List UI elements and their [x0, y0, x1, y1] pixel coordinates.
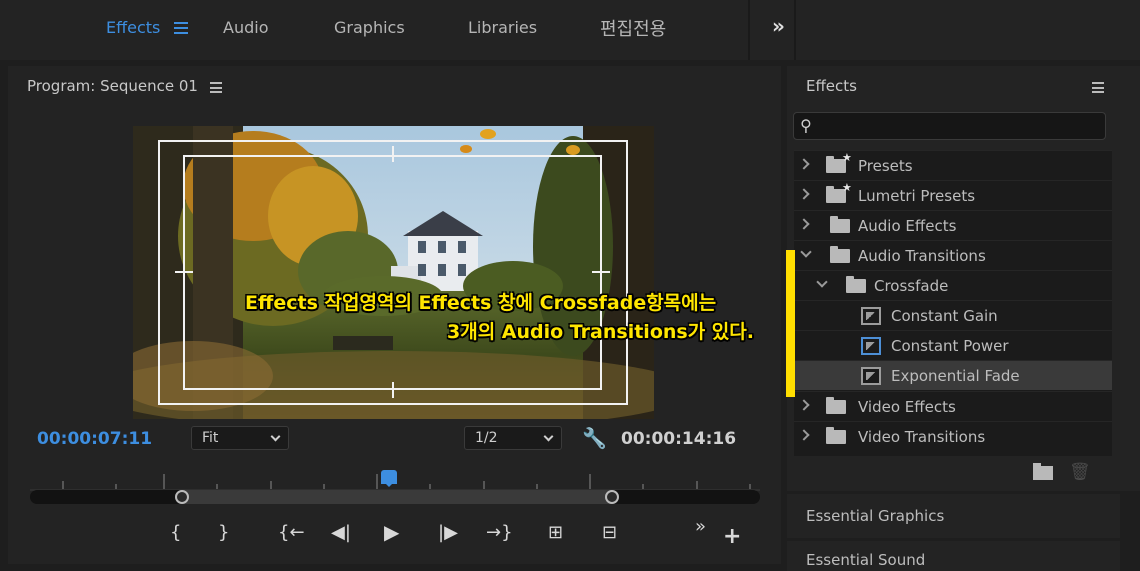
tree-item-lumetri-presets[interactable]: ★ Lumetri Presets	[794, 180, 1112, 210]
folder-icon	[826, 427, 846, 444]
tree-item-label: Constant Power	[891, 337, 1009, 355]
folder-icon	[830, 246, 850, 263]
chevron-down-icon[interactable]	[816, 276, 828, 288]
trash-icon[interactable]: 🗑	[1069, 462, 1091, 482]
chevron-right-icon[interactable]	[798, 158, 810, 170]
default-audio-transition-icon	[861, 337, 881, 355]
folder-icon	[830, 216, 850, 233]
step-back-button[interactable]: ◀|	[331, 522, 351, 543]
zoom-level-select[interactable]: Fit	[191, 426, 289, 450]
step-forward-button[interactable]: |▶	[438, 522, 458, 543]
tree-item-label: Lumetri Presets	[858, 187, 976, 205]
more-workspaces-icon[interactable]: »	[772, 14, 785, 38]
center-mark-top	[392, 146, 394, 162]
chevron-right-icon[interactable]	[798, 218, 810, 230]
zoom-handle-right[interactable]	[605, 490, 619, 504]
new-custom-bin-icon[interactable]	[1033, 463, 1053, 480]
workspace-tab-graphics[interactable]: Graphics	[334, 18, 405, 37]
program-monitor-panel: Program: Sequence 01 00:00:07:11 Fit 1/2…	[8, 66, 781, 564]
tree-item-label: Video Effects	[858, 398, 956, 416]
highlight-bar	[786, 250, 795, 397]
mark-in-button[interactable]: {	[170, 522, 181, 543]
tree-item-constant-power[interactable]: Constant Power	[794, 330, 1112, 360]
play-button[interactable]: ▶	[384, 520, 399, 544]
center-mark-bottom	[392, 382, 394, 398]
workspace-tab-effects[interactable]: Effects	[106, 18, 160, 37]
more-controls-icon[interactable]: »	[695, 516, 706, 537]
tree-item-label: Exponential Fade	[891, 367, 1020, 385]
audio-transition-icon	[861, 307, 881, 325]
tree-item-video-effects[interactable]: Video Effects	[794, 391, 1112, 421]
settings-wrench-icon[interactable]: 🔧	[582, 426, 607, 450]
tree-item-label: Audio Effects	[858, 217, 957, 235]
folder-icon	[826, 397, 846, 414]
effects-panel-title[interactable]: Effects	[806, 77, 857, 95]
program-monitor-title[interactable]: Program: Sequence 01	[27, 77, 198, 95]
tree-item-label: Video Transitions	[858, 428, 986, 446]
tree-item-presets[interactable]: ★ Presets	[794, 150, 1112, 180]
panel-title[interactable]: Essential Sound	[806, 551, 925, 569]
folder-icon	[846, 276, 866, 293]
chevron-right-icon[interactable]	[798, 399, 810, 411]
playback-resolution-select[interactable]: 1/2	[464, 426, 562, 450]
extract-button[interactable]: ⊟	[602, 522, 617, 543]
zoom-handle-left[interactable]	[175, 490, 189, 504]
go-to-out-button[interactable]: →}	[486, 522, 513, 543]
button-editor-plus-icon[interactable]: +	[723, 524, 741, 549]
tree-item-crossfade[interactable]: Crossfade	[794, 270, 1112, 300]
annotation-line-2: 3개의 Audio Transitions가 있다.	[447, 321, 754, 343]
tree-item-audio-effects[interactable]: Audio Effects	[794, 210, 1112, 240]
workspace-bar: Effects Audio Graphics Libraries 편집전용 »	[0, 0, 1140, 60]
tree-item-label: Crossfade	[874, 277, 949, 295]
panel-menu-icon[interactable]	[210, 82, 222, 93]
zoom-scroll-thumb[interactable]	[182, 490, 612, 504]
chevron-down-icon	[270, 431, 281, 442]
chevron-down-icon[interactable]	[800, 246, 812, 258]
effects-panel: Effects ⚲ ★ Presets ★ Lumetri Presets Au…	[787, 66, 1140, 491]
effects-search-input[interactable]: ⚲	[793, 112, 1106, 140]
tree-item-exponential-fade[interactable]: Exponential Fade	[794, 360, 1112, 390]
go-to-in-button[interactable]: {←	[278, 522, 305, 543]
workspace-menu-icon[interactable]	[174, 22, 188, 34]
essential-graphics-panel[interactable]: Essential Graphics	[787, 494, 1120, 538]
tree-item-audio-transitions[interactable]: Audio Transitions	[794, 240, 1112, 270]
workspace-tab-custom[interactable]: 편집전용	[600, 15, 666, 41]
title-safe-guide	[183, 155, 602, 390]
divider	[794, 0, 796, 60]
star-icon: ★	[842, 181, 852, 194]
zoom-scroll-bar[interactable]	[30, 490, 760, 504]
tree-item-label: Constant Gain	[891, 307, 998, 325]
tree-item-video-transitions[interactable]: Video Transitions	[794, 421, 1112, 451]
divider	[748, 0, 750, 60]
zoom-level-value: Fit	[202, 430, 219, 446]
tree-item-constant-gain[interactable]: Constant Gain	[794, 300, 1112, 330]
center-mark-left	[175, 271, 193, 273]
mark-out-button[interactable]: }	[218, 522, 229, 543]
workspace-tab-libraries[interactable]: Libraries	[468, 18, 537, 37]
duration-timecode: 00:00:14:16	[621, 429, 737, 449]
chevron-right-icon[interactable]	[798, 188, 810, 200]
panel-menu-icon[interactable]	[1092, 82, 1104, 93]
essential-sound-panel[interactable]: Essential Sound	[787, 541, 1120, 571]
current-timecode[interactable]: 00:00:07:11	[37, 429, 152, 449]
workspace-tab-audio[interactable]: Audio	[223, 18, 268, 37]
center-mark-right	[592, 271, 610, 273]
audio-transition-icon	[861, 367, 881, 385]
annotation-line-1: Effects 작업영역의 Effects 창에 Crossfade항목에는	[245, 292, 717, 314]
panel-title[interactable]: Essential Graphics	[806, 507, 944, 525]
lift-button[interactable]: ⊞	[548, 522, 563, 543]
chevron-right-icon[interactable]	[798, 429, 810, 441]
video-preview	[133, 126, 654, 419]
chevron-down-icon	[543, 431, 554, 442]
star-icon: ★	[842, 151, 852, 164]
playback-resolution-value: 1/2	[475, 430, 498, 446]
tree-item-label: Presets	[858, 157, 913, 175]
tree-item-label: Audio Transitions	[858, 247, 986, 265]
search-icon: ⚲	[800, 116, 812, 135]
playhead[interactable]	[381, 470, 397, 487]
effects-tree: ★ Presets ★ Lumetri Presets Audio Effect…	[794, 150, 1112, 456]
